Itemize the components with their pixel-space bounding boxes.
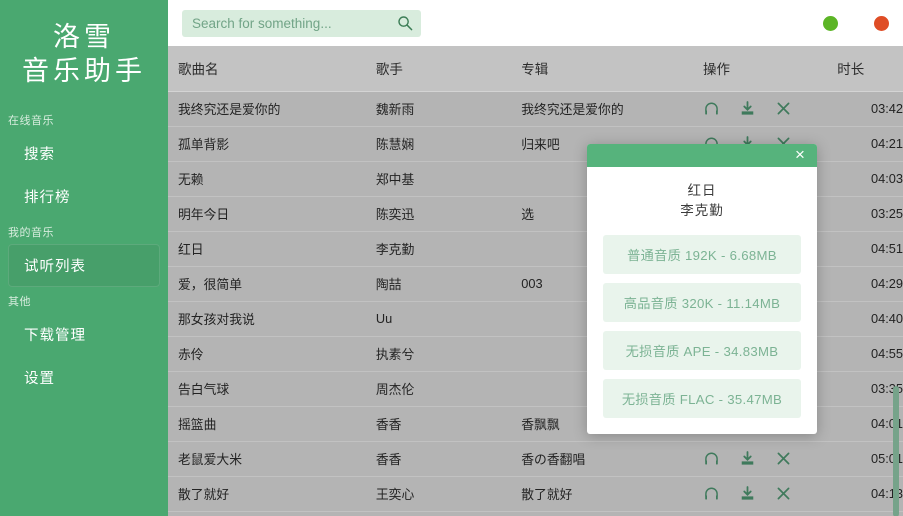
cell-artist: 陶喆 [366, 266, 511, 301]
cell-title: 老鼠爱大米 [168, 441, 366, 476]
quality-option[interactable]: 无损音质 APE - 34.83MB [603, 331, 801, 370]
column-header-artist[interactable]: 歌手 [366, 46, 511, 91]
cell-title: 爱，很简单 [168, 266, 366, 301]
cell-operations [693, 91, 827, 126]
cell-album: 我终究还是爱你的 [511, 91, 693, 126]
scrollbar-thumb[interactable] [893, 386, 899, 516]
search-box[interactable] [182, 10, 421, 37]
cell-operations [693, 476, 827, 511]
close-button[interactable] [874, 16, 889, 31]
dialog-song-title: 红日 [603, 181, 801, 201]
cell-artist: Uu [366, 301, 511, 336]
table-row[interactable]: 散了就好王奕心散了就好 04:13 [168, 476, 903, 511]
headphones-icon[interactable] [703, 485, 720, 502]
cell-title: 那女孩对我说 [168, 301, 366, 336]
logo-line-1: 洛雪 [0, 20, 168, 54]
cell-title: 我终究还是爱你的 [168, 91, 366, 126]
cell-duration: 04:40 [827, 301, 903, 336]
window-controls [823, 0, 889, 46]
column-header-duration[interactable]: 时长 [827, 46, 903, 91]
cell-duration: 05:01 [827, 441, 903, 476]
cell-duration: 04:01 [827, 406, 903, 441]
quality-option-list: 普通音质 192K - 6.68MB 高品音质 320K - 11.14MB 无损音… [603, 235, 801, 418]
cell-duration: 04:55 [827, 336, 903, 371]
cell-duration: 04:21 [827, 126, 903, 161]
cell-duration: 04:29 [827, 266, 903, 301]
headphones-icon[interactable] [703, 100, 720, 117]
delete-icon[interactable] [775, 450, 792, 467]
cell-duration: 03:25 [827, 196, 903, 231]
sidebar-group-title: 我的音乐 [0, 218, 168, 244]
table-header-row: 歌曲名 歌手 专辑 操作 时长 [168, 46, 903, 91]
sidebar-item-playlist[interactable]: 试听列表 [8, 244, 160, 287]
dialog-header: × [587, 144, 817, 167]
quality-option[interactable]: 高品音质 320K - 11.14MB [603, 283, 801, 322]
sidebar-item-ranking[interactable]: 排行榜 [8, 175, 160, 218]
dialog-song-artist: 李克勤 [603, 201, 801, 221]
sidebar: 洛雪 音乐助手 在线音乐搜索排行榜我的音乐试听列表其他下载管理设置 [0, 0, 168, 516]
cell-artist: 周杰伦 [366, 371, 511, 406]
main-content: 歌曲名 歌手 专辑 操作 时长 我终究还是爱你的魏新雨我终究还是爱你的 03:42… [168, 0, 903, 516]
cell-artist: 执素兮 [366, 336, 511, 371]
app-window: 洛雪 音乐助手 在线音乐搜索排行榜我的音乐试听列表其他下载管理设置 [0, 0, 903, 516]
column-header-album[interactable]: 专辑 [511, 46, 693, 91]
cell-artist: 陈慧娴 [366, 126, 511, 161]
quality-option[interactable]: 普通音质 192K - 6.68MB [603, 235, 801, 274]
cell-title: 红日 [168, 231, 366, 266]
row-action-group [703, 450, 827, 467]
cell-title: 明年今日 [168, 196, 366, 231]
cell-duration: 03:42 [827, 91, 903, 126]
column-header-title[interactable]: 歌曲名 [168, 46, 366, 91]
close-icon[interactable]: × [790, 145, 810, 165]
cell-album: 散了就好 [511, 476, 693, 511]
cell-operations [693, 441, 827, 476]
sidebar-group-title: 在线音乐 [0, 106, 168, 132]
scrollbar-track[interactable] [894, 46, 901, 516]
cell-duration: 04:03 [827, 161, 903, 196]
headphones-icon[interactable] [703, 450, 720, 467]
row-action-group [703, 100, 827, 117]
cell-artist: 香香 [366, 406, 511, 441]
table-row[interactable]: 老鼠爱大米香香香の香翻唱 05:01 [168, 441, 903, 476]
sidebar-nav: 在线音乐搜索排行榜我的音乐试听列表其他下载管理设置 [0, 106, 168, 399]
cell-title: 无赖 [168, 161, 366, 196]
download-icon[interactable] [739, 100, 756, 117]
quality-selection-dialog: × 红日 李克勤 普通音质 192K - 6.68MB 高品音质 320K - 1… [587, 144, 817, 434]
sidebar-group-title: 其他 [0, 287, 168, 313]
cell-artist: 魏新雨 [366, 91, 511, 126]
download-icon[interactable] [739, 485, 756, 502]
quality-option[interactable]: 无损音质 FLAC - 35.47MB [603, 379, 801, 418]
table-row[interactable]: 我终究还是爱你的魏新雨我终究还是爱你的 03:42 [168, 91, 903, 126]
search-input[interactable] [192, 16, 397, 31]
search-icon[interactable] [397, 15, 413, 31]
dialog-body: 红日 李克勤 普通音质 192K - 6.68MB 高品音质 320K - 11.… [587, 167, 817, 434]
sidebar-item-downloads[interactable]: 下载管理 [8, 313, 160, 356]
delete-icon[interactable] [775, 485, 792, 502]
cell-title: 散了就好 [168, 476, 366, 511]
sidebar-item-search[interactable]: 搜索 [8, 132, 160, 175]
cell-duration: 03:35 [827, 371, 903, 406]
logo-line-2: 音乐助手 [0, 54, 168, 88]
cell-duration: 04:51 [827, 231, 903, 266]
cell-album: 香の香翻唱 [511, 441, 693, 476]
cell-title: 孤单背影 [168, 126, 366, 161]
cell-title: 告白气球 [168, 371, 366, 406]
cell-artist: 李克勤 [366, 231, 511, 266]
cell-title: 赤伶 [168, 336, 366, 371]
sidebar-item-settings[interactable]: 设置 [8, 356, 160, 399]
download-icon[interactable] [739, 450, 756, 467]
app-logo: 洛雪 音乐助手 [0, 12, 168, 106]
dialog-song-info: 红日 李克勤 [603, 181, 801, 221]
delete-icon[interactable] [775, 100, 792, 117]
cell-artist: 郑中基 [366, 161, 511, 196]
minimize-button[interactable] [823, 16, 838, 31]
cell-artist: 王奕心 [366, 476, 511, 511]
cell-title: 摇篮曲 [168, 406, 366, 441]
cell-artist: 香香 [366, 441, 511, 476]
cell-duration: 04:13 [827, 476, 903, 511]
row-action-group [703, 485, 827, 502]
top-bar [168, 0, 903, 46]
column-header-operations: 操作 [693, 46, 827, 91]
cell-artist: 陈奕迅 [366, 196, 511, 231]
